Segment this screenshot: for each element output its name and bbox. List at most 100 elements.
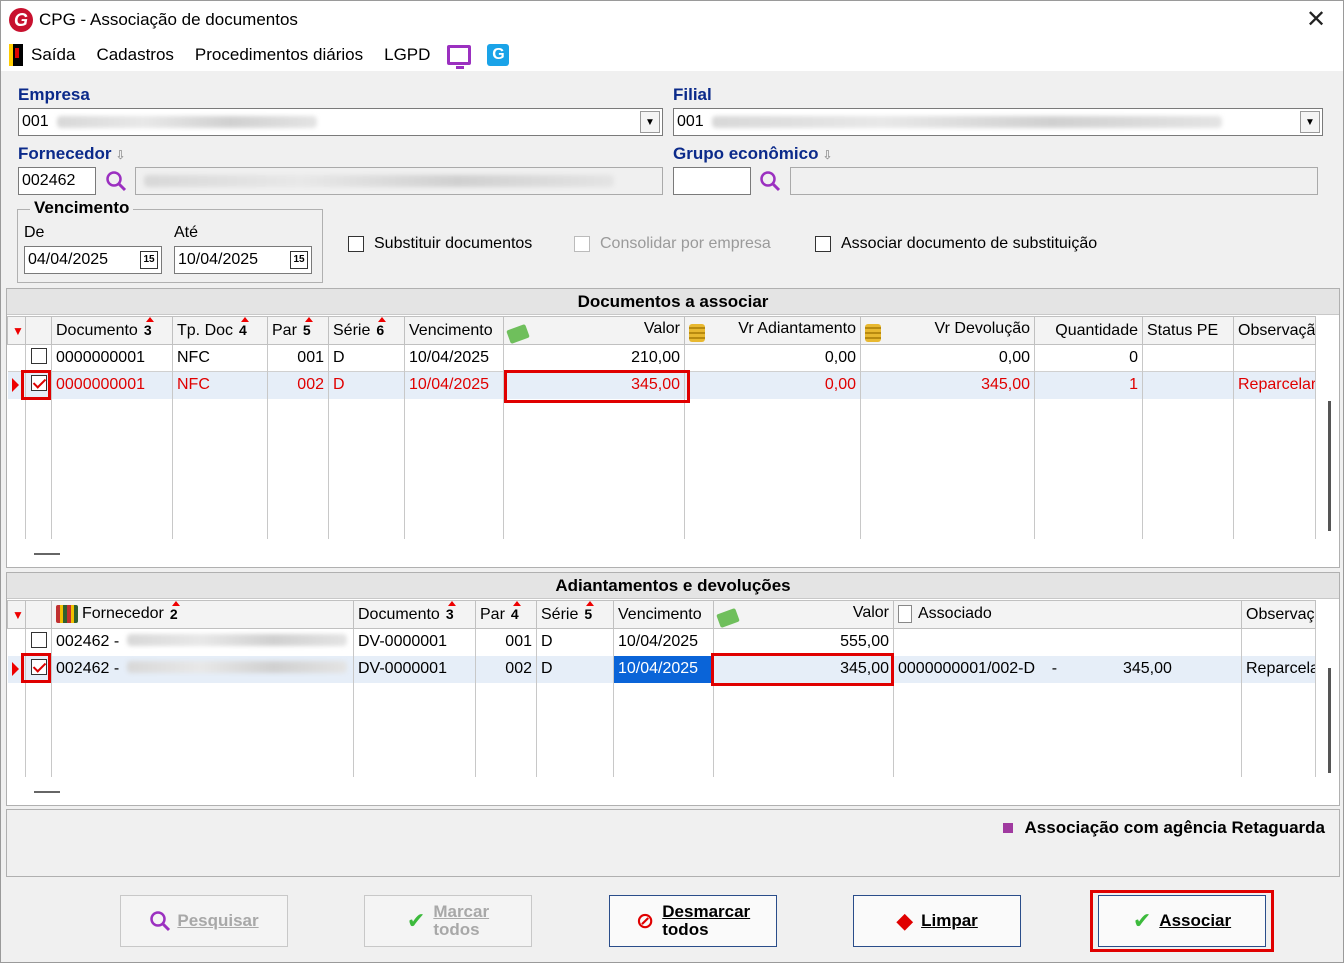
col-vr-adiantamento[interactable]: Vr Adiantamento xyxy=(684,316,861,345)
cell-tpdoc: NFC xyxy=(172,344,268,372)
row-indicator-header: ▼ xyxy=(7,600,26,629)
checkbox-checked[interactable] xyxy=(31,658,47,675)
row-checkbox-cell[interactable] xyxy=(25,371,52,399)
col-associado[interactable]: Associado xyxy=(893,600,1242,629)
cell-fornecedor: 002462 - xyxy=(51,655,354,683)
col-quantidade[interactable]: Quantidade xyxy=(1034,316,1143,345)
col-documento[interactable]: Documento 3 xyxy=(51,316,173,345)
associar-button[interactable]: ✔ Associar xyxy=(1098,895,1266,947)
table-row[interactable]: 002462 - DV-0000001 001 D 10/04/2025 555… xyxy=(7,628,1316,656)
adiant-table: ▼ Fornecedor 2 Documento 3 Par 4 Série 5 Ven… xyxy=(7,600,1316,777)
checkbox[interactable] xyxy=(574,236,590,252)
cell-observacao xyxy=(1233,344,1316,372)
col-serie[interactable]: Série 5 xyxy=(536,600,614,629)
checkmark-icon: ✔ xyxy=(1132,908,1152,933)
search-icon[interactable] xyxy=(759,170,781,192)
cell-documento: DV-0000001 xyxy=(353,628,476,656)
col-valor[interactable]: Valor xyxy=(503,316,685,345)
chk-consolidar[interactable]: Consolidar por empresa xyxy=(574,235,771,253)
g-app-icon[interactable]: G xyxy=(487,44,510,66)
cell-status xyxy=(1142,371,1234,399)
col-valor[interactable]: Valor xyxy=(713,600,894,629)
checkbox[interactable] xyxy=(815,236,831,252)
empty-row xyxy=(7,398,1316,539)
col-observacao[interactable]: Observaçã xyxy=(1241,600,1316,629)
col-vr-devolucao[interactable]: Vr Devolução xyxy=(860,316,1035,345)
fornecedor-code-input[interactable]: 002462 xyxy=(18,167,96,195)
no-entry-icon: ⊘ xyxy=(635,908,655,933)
empresa-combo[interactable]: 001 ▼ xyxy=(18,108,663,136)
row-checkbox-cell[interactable] xyxy=(25,628,52,656)
table-row[interactable]: 0000000001 NFC 002 D 10/04/2025 345,00 0… xyxy=(7,371,1316,399)
row-indicator xyxy=(7,344,26,372)
cell-serie: D xyxy=(328,344,405,372)
cell-observacao xyxy=(1241,628,1316,656)
chevron-down-icon[interactable]: ▼ xyxy=(1300,111,1320,133)
col-serie[interactable]: Série 6 xyxy=(328,316,405,345)
cell-documento: DV-0000001 xyxy=(353,655,476,683)
chk-associar-substituicao[interactable]: Associar documento de substituição xyxy=(815,235,1097,253)
checkbox[interactable] xyxy=(31,631,47,648)
de-date-input[interactable]: 04/04/2025 15 xyxy=(24,246,162,274)
col-tpdoc[interactable]: Tp. Doc 4 xyxy=(172,316,268,345)
docs-table: ▼ Documento 3 Tp. Doc 4 Par 5 Série 6 Vencim… xyxy=(7,316,1316,539)
menu-procedimentos[interactable]: Procedimentos diários xyxy=(195,45,363,65)
search-icon[interactable] xyxy=(105,170,127,192)
col-par[interactable]: Par 5 xyxy=(267,316,329,345)
limpar-button[interactable]: ◆ Limpar xyxy=(853,895,1021,947)
legend-panel: Associação com agência Retaguarda xyxy=(6,809,1340,877)
col-status-pe[interactable]: Status PE xyxy=(1142,316,1234,345)
calendar-icon[interactable]: 15 xyxy=(290,251,308,269)
cell-vencimento: 10/04/2025 xyxy=(613,628,714,656)
cell-serie: D xyxy=(536,655,614,683)
menu-saida[interactable]: Saída xyxy=(1,44,75,66)
money-icon xyxy=(716,608,740,628)
close-button[interactable]: ✕ xyxy=(1303,7,1329,33)
cell-associado: 0000000001/002-D - 345,00 xyxy=(893,655,1242,683)
col-par[interactable]: Par 4 xyxy=(475,600,537,629)
grupo-label: Grupo econômico ⇩ xyxy=(673,144,833,163)
menu-lgpd[interactable]: LGPD xyxy=(384,45,430,65)
col-documento[interactable]: Documento 3 xyxy=(353,600,476,629)
legend-item: Associação com agência Retaguarda xyxy=(1002,818,1325,838)
col-observacao[interactable]: Observaçã xyxy=(1233,316,1316,345)
row-indicator-header: ▼ xyxy=(7,316,26,345)
empresa-label: Empresa xyxy=(18,85,90,104)
row-checkbox-cell[interactable] xyxy=(25,344,52,372)
cell-documento: 0000000001 xyxy=(51,344,173,372)
check-header xyxy=(25,316,52,345)
adiant-scrollbar[interactable] xyxy=(1328,668,1331,773)
arrow-down-icon: ⇩ xyxy=(115,148,126,162)
cell-valor: 555,00 xyxy=(713,628,894,656)
monitor-icon[interactable] xyxy=(447,45,472,69)
chevron-down-icon[interactable]: ▼ xyxy=(640,111,660,133)
table-row[interactable]: 002462 - DV-0000001 002 D 10/04/2025 345… xyxy=(7,655,1316,683)
checkbox[interactable] xyxy=(348,236,364,252)
docs-scrollbar[interactable] xyxy=(1328,401,1331,531)
desmarcar-todos-button[interactable]: ⊘ Desmarcar todos xyxy=(609,895,777,947)
marcar-todos-button[interactable]: ✔ Marcar todos xyxy=(364,895,532,947)
calendar-icon[interactable]: 15 xyxy=(140,251,158,269)
checkbox-checked[interactable] xyxy=(31,374,47,391)
row-checkbox-cell[interactable] xyxy=(25,655,52,683)
adiant-footer-dash xyxy=(34,791,60,793)
col-fornecedor[interactable]: Fornecedor 2 xyxy=(51,600,354,629)
grupo-code-input[interactable] xyxy=(673,167,751,195)
filial-combo[interactable]: 001 ▼ xyxy=(673,108,1323,136)
cell-valor: 210,00 xyxy=(503,344,685,372)
ate-date-input[interactable]: 10/04/2025 15 xyxy=(174,246,312,274)
adiant-grid-panel: Adiantamentos e devoluções ▼ Fornecedor 2… xyxy=(6,572,1340,806)
cell-quantidade: 1 xyxy=(1034,371,1143,399)
main-window: G CPG - Associação de documentos ✕ Saída… xyxy=(0,0,1344,963)
chk-substituir[interactable]: Substituir documentos xyxy=(348,235,532,253)
table-row[interactable]: 0000000001 NFC 001 D 10/04/2025 210,00 0… xyxy=(7,344,1316,372)
checkbox[interactable] xyxy=(31,347,47,364)
pesquisar-button[interactable]: Pesquisar xyxy=(120,895,288,947)
col-vencimento[interactable]: Vencimento xyxy=(613,600,714,629)
cell-quantidade: 0 xyxy=(1034,344,1143,372)
vencimento-group: Vencimento De 04/04/2025 15 Até 10/04/20… xyxy=(17,198,323,283)
menu-cadastros[interactable]: Cadastros xyxy=(96,45,173,65)
cell-vencimento-selected[interactable]: 10/04/2025 xyxy=(613,655,714,683)
col-vencimento[interactable]: Vencimento xyxy=(404,316,504,345)
cell-serie: D xyxy=(328,371,405,399)
